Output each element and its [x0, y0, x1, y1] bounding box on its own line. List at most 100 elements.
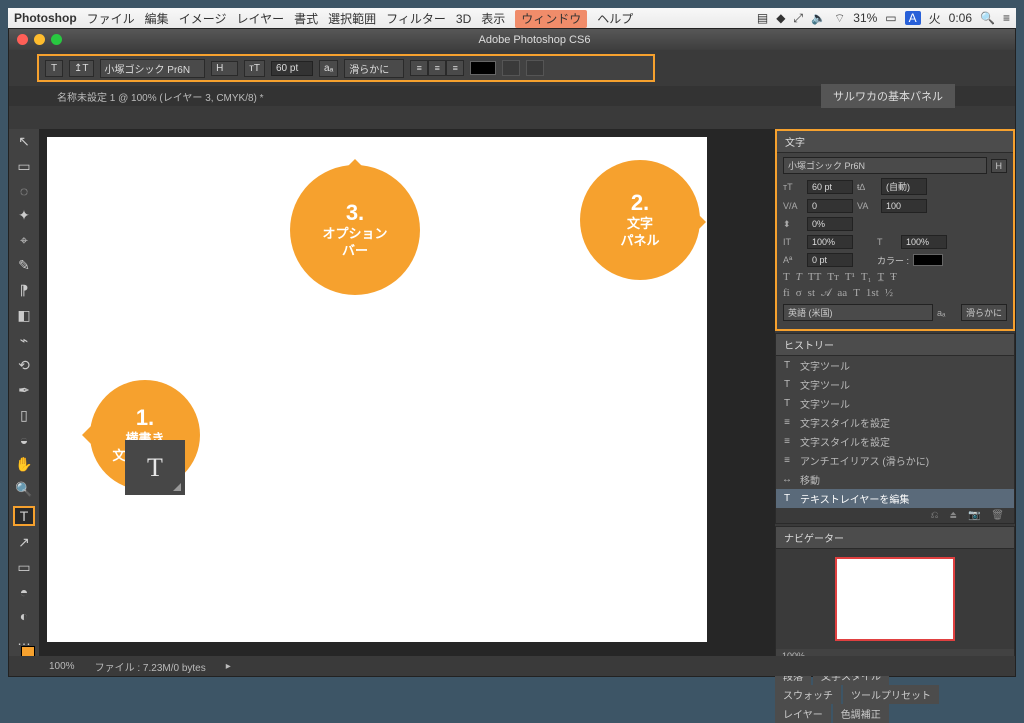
half-button[interactable]: ½ [885, 287, 893, 300]
align-center-button[interactable]: ≡ [428, 60, 446, 76]
menu-表示[interactable]: 表示 [481, 12, 505, 26]
fraction-button[interactable]: 1st [866, 287, 879, 300]
stylistic-button[interactable]: aa [837, 287, 847, 300]
titling-button[interactable]: 𝒜 [821, 287, 831, 300]
char-size[interactable]: 60 pt [807, 180, 853, 194]
tool-18[interactable]: ◓ [13, 584, 35, 600]
tool-14[interactable]: 🔍 [13, 481, 35, 498]
panel-tab-ツールプリセット[interactable]: ツールプリセット [843, 685, 939, 704]
bold-button[interactable]: T [783, 271, 790, 283]
toolbox: ↖▭◌✦⌖✎⁋◧⌁⟲✒▯◒✋🔍T↗▭◓◐… [9, 129, 39, 656]
leading-icon: ŧ∆ [857, 182, 877, 192]
char-color-swatch[interactable] [913, 254, 943, 266]
italic-button[interactable]: T [796, 271, 802, 283]
history-item[interactable]: ≡アンチエイリアス (滑らかに) [776, 451, 1014, 470]
traffic-lights[interactable] [17, 34, 62, 45]
history-item[interactable]: T文字ツール [776, 356, 1014, 375]
panel-tab-レイヤー[interactable]: レイヤー [775, 704, 831, 723]
subscript-button[interactable]: T₁ [861, 271, 872, 283]
status-zoom[interactable]: 100% [49, 661, 75, 672]
align-right-button[interactable]: ≡ [446, 60, 464, 76]
tool-17[interactable]: ▭ [13, 559, 35, 576]
menu-フィルター[interactable]: フィルター [386, 12, 446, 26]
zoom-icon[interactable] [51, 34, 62, 45]
char-vscale[interactable]: 100% [807, 235, 853, 249]
menu-レイヤー[interactable]: レイヤー [236, 12, 284, 26]
annotation-bubble-3: 3. オプション バー [290, 165, 420, 295]
font-family-select[interactable]: 小塚ゴシック Pr6N [100, 59, 206, 78]
history-item[interactable]: ≡文字スタイルを設定 [776, 413, 1014, 432]
tool-2[interactable]: ◌ [13, 183, 35, 199]
char-tracking[interactable]: 100 [881, 199, 927, 213]
tool-9[interactable]: ⟲ [13, 357, 35, 374]
tool-0[interactable]: ↖ [13, 133, 35, 150]
panel-tab-スウォッチ[interactable]: スウォッチ [775, 685, 841, 704]
tool-8[interactable]: ⌁ [13, 332, 35, 349]
tool-15[interactable]: T [13, 506, 35, 526]
char-va[interactable]: 0 [807, 199, 853, 213]
navigator-tab[interactable]: ナビゲーター [776, 527, 1014, 549]
minimize-icon[interactable] [34, 34, 45, 45]
text-color-swatch[interactable] [470, 61, 496, 75]
tool-5[interactable]: ✎ [13, 257, 35, 274]
tool-13[interactable]: ✋ [13, 456, 35, 473]
history-item[interactable]: ≡文字スタイルを設定 [776, 432, 1014, 451]
character-panel-tab[interactable]: 文字 [777, 131, 1013, 153]
char-leading[interactable]: (自動) [881, 178, 927, 195]
tool-1[interactable]: ▭ [13, 158, 35, 175]
history-item[interactable]: T文字ツール [776, 394, 1014, 413]
tool-6[interactable]: ⁋ [13, 282, 35, 299]
tool-16[interactable]: ↗ [13, 534, 35, 551]
smallcaps-button[interactable]: Tᴛ [827, 271, 839, 283]
type-tool-preview: T [125, 440, 185, 495]
tool-3[interactable]: ✦ [13, 207, 35, 224]
menu-選択範囲[interactable]: 選択範囲 [328, 12, 376, 26]
char-baseline[interactable]: 0 pt [807, 253, 853, 267]
panel-tab-色調補正[interactable]: 色調補正 [833, 704, 889, 723]
char-hscale[interactable]: 100% [901, 235, 947, 249]
menu-ファイル[interactable]: ファイル [87, 12, 135, 26]
font-size-input[interactable] [271, 61, 313, 76]
tool-11[interactable]: ▯ [13, 407, 35, 424]
char-font-style[interactable]: H [991, 159, 1008, 173]
ordinal-button[interactable]: σ [796, 287, 802, 300]
close-icon[interactable] [17, 34, 28, 45]
menu-ヘルプ[interactable]: ヘルプ [597, 12, 633, 26]
history-item[interactable]: Tテキストレイヤーを編集 [776, 489, 1014, 508]
ligature-button[interactable]: fi [783, 287, 790, 300]
tool-7[interactable]: ◧ [13, 307, 35, 324]
history-item[interactable]: T文字ツール [776, 375, 1014, 394]
type-tool-preset-icon[interactable]: T [45, 60, 63, 77]
swash-button[interactable]: st [808, 287, 815, 300]
font-style-select[interactable]: H [211, 61, 238, 76]
tool-10[interactable]: ✒ [13, 382, 35, 399]
menu-書式[interactable]: 書式 [294, 12, 318, 26]
menu-イメージ[interactable]: イメージ [179, 12, 227, 26]
tool-4[interactable]: ⌖ [13, 232, 35, 249]
history-panel-tab[interactable]: ヒストリー [776, 334, 1014, 356]
allcaps-button[interactable]: TT [808, 271, 821, 283]
history-item[interactable]: ↔移動 [776, 470, 1014, 489]
document-tab[interactable]: 名称未設定 1 @ 100% (レイヤー 3, CMYK/8) * [49, 87, 272, 106]
antialias-select[interactable]: 滑らかに [344, 59, 404, 78]
custom-panel-button[interactable]: サルワカの基本パネル [821, 84, 955, 108]
strike-button[interactable]: Ŧ [890, 271, 897, 283]
menu-編集[interactable]: 編集 [145, 12, 169, 26]
align-left-button[interactable]: ≡ [410, 60, 428, 76]
char-language[interactable]: 英語 (米国) [783, 304, 933, 321]
tool-12[interactable]: ◒ [13, 432, 35, 448]
oldstyle-button[interactable]: T [853, 287, 860, 300]
char-scale[interactable]: 0% [807, 217, 853, 231]
char-font-family[interactable]: 小塚ゴシック Pr6N [783, 157, 987, 174]
char-antialias[interactable]: 滑らかに [961, 304, 1007, 321]
status-flyout-icon[interactable]: ▸ [226, 661, 231, 672]
underline-button[interactable]: T̲ [877, 271, 884, 283]
tool-19[interactable]: ◐ [13, 608, 35, 624]
superscript-button[interactable]: T¹ [845, 271, 855, 283]
warp-text-icon[interactable] [502, 60, 520, 76]
navigator-thumbnail[interactable] [835, 557, 955, 641]
menu-ウィンドウ[interactable]: ウィンドウ [515, 10, 587, 28]
orientation-toggle[interactable]: ↥T [69, 60, 94, 77]
menu-3D[interactable]: 3D [456, 12, 471, 26]
toggle-char-panel-icon[interactable] [526, 60, 544, 76]
